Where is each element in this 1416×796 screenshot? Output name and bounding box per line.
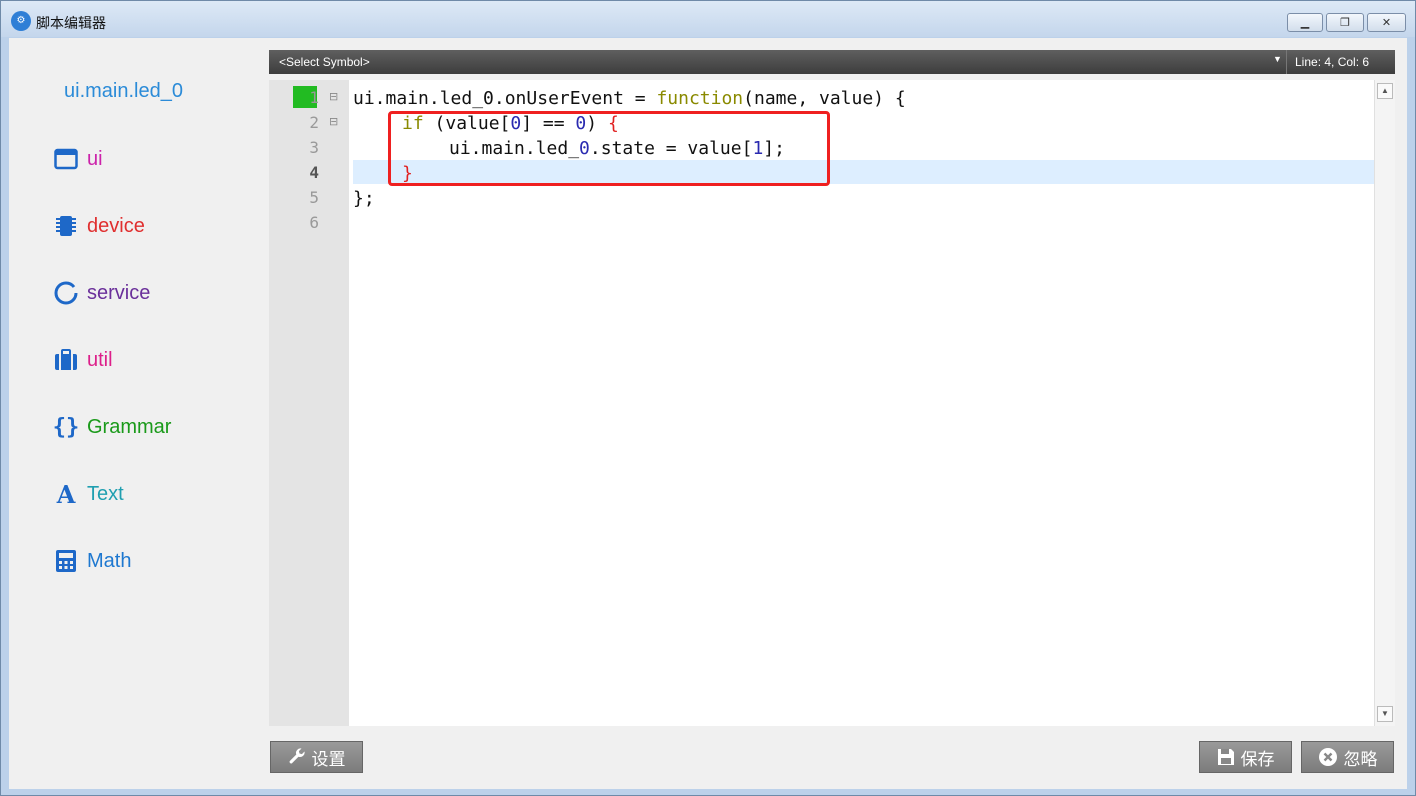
code-editor[interactable]: 1 2 3 4 5 6 ⊟ ⊟ ui.main.led_0.onUserEven… <box>269 80 1395 726</box>
calculator-icon <box>52 547 80 575</box>
app-logo-icon: ⚙ <box>11 11 31 31</box>
line-number: 3 <box>309 138 319 157</box>
toolbox-icon <box>52 346 80 374</box>
vertical-scrollbar[interactable]: ▲ ▼ <box>1374 80 1395 726</box>
sidebar-item-service[interactable]: service <box>52 278 150 308</box>
window-icon <box>52 145 80 173</box>
sidebar-item-label: util <box>87 348 113 371</box>
symbol-toolbar: <Select Symbol> ▼ Line: 4, Col: 6 <box>269 50 1395 74</box>
line-number: 4 <box>309 163 319 182</box>
ignore-label: 忽略 <box>1343 749 1378 770</box>
sidebar-item-label: service <box>87 281 151 304</box>
sidebar-item-label: Math <box>87 549 132 572</box>
window-title: 脚本编辑器 <box>36 16 106 32</box>
line-number-gutter: 1 2 3 4 5 6 ⊟ ⊟ <box>269 80 349 726</box>
sidebar-item-label: ui <box>87 147 103 170</box>
settings-button[interactable]: 设置 <box>270 741 363 773</box>
code-line: ui.main.led_0.onUserEvent = function(nam… <box>353 88 906 109</box>
sidebar-item-ui[interactable]: ui <box>52 144 103 174</box>
save-button[interactable]: 保存 <box>1199 741 1292 773</box>
sidebar-item-grammar[interactable]: {} Grammar <box>52 412 172 442</box>
line-number: 6 <box>309 213 319 232</box>
ignore-button[interactable]: 忽略 <box>1301 741 1394 773</box>
braces-icon: {} <box>52 414 80 440</box>
highlight-annotation-box <box>388 111 830 186</box>
minimize-icon: ▁ <box>1300 16 1310 29</box>
chevron-down-icon[interactable]: ▼ <box>1273 54 1282 64</box>
sidebar-item-math[interactable]: Math <box>52 546 131 576</box>
script-editor-window: ⚙ 脚本编辑器 ▁ ❐ ✕ ui.main.led_0 ui device se… <box>0 0 1416 796</box>
cursor-position: Line: 4, Col: 6 <box>1295 55 1370 69</box>
maximize-button[interactable]: ❐ <box>1326 13 1364 32</box>
line-number: 1 <box>309 88 319 107</box>
maximize-icon: ❐ <box>1340 16 1350 29</box>
fold-toggle-icon[interactable]: ⊟ <box>329 90 338 103</box>
sidebar-item-device[interactable]: device <box>52 211 145 241</box>
sidebar-item-label: Grammar <box>87 415 172 438</box>
toolbar-divider <box>1286 50 1287 74</box>
sidebar-item-util[interactable]: util <box>52 345 113 375</box>
sidebar-item-label: Text <box>87 482 124 505</box>
wrench-icon <box>288 748 306 766</box>
code-area[interactable]: ui.main.led_0.onUserEvent = function(nam… <box>349 80 1374 726</box>
fold-toggle-icon[interactable]: ⊟ <box>329 115 338 128</box>
code-line: }; <box>353 188 375 209</box>
sidebar-target-name[interactable]: ui.main.led_0 <box>64 80 183 103</box>
line-number: 2 <box>309 113 319 132</box>
client-area: ui.main.led_0 ui device service util {} … <box>9 38 1407 789</box>
close-icon: ✕ <box>1381 16 1392 29</box>
sidebar-item-text[interactable]: A Text <box>52 479 124 509</box>
scroll-up-icon[interactable]: ▲ <box>1377 83 1393 99</box>
close-circle-icon <box>1318 747 1338 767</box>
letter-a-icon: A <box>56 479 76 509</box>
settings-label: 设置 <box>311 749 346 770</box>
scroll-down-icon[interactable]: ▼ <box>1377 706 1393 722</box>
chip-icon <box>52 212 80 240</box>
line-number: 5 <box>309 188 319 207</box>
ring-icon <box>52 279 80 307</box>
title-bar[interactable]: ⚙ 脚本编辑器 ▁ ❐ ✕ <box>1 1 1415 37</box>
close-button[interactable]: ✕ <box>1367 13 1406 32</box>
floppy-disk-icon <box>1217 748 1235 766</box>
sidebar-item-label: device <box>87 214 145 237</box>
minimize-button[interactable]: ▁ <box>1287 13 1323 32</box>
symbol-select[interactable]: <Select Symbol> <box>279 55 370 69</box>
save-label: 保存 <box>1240 749 1275 770</box>
